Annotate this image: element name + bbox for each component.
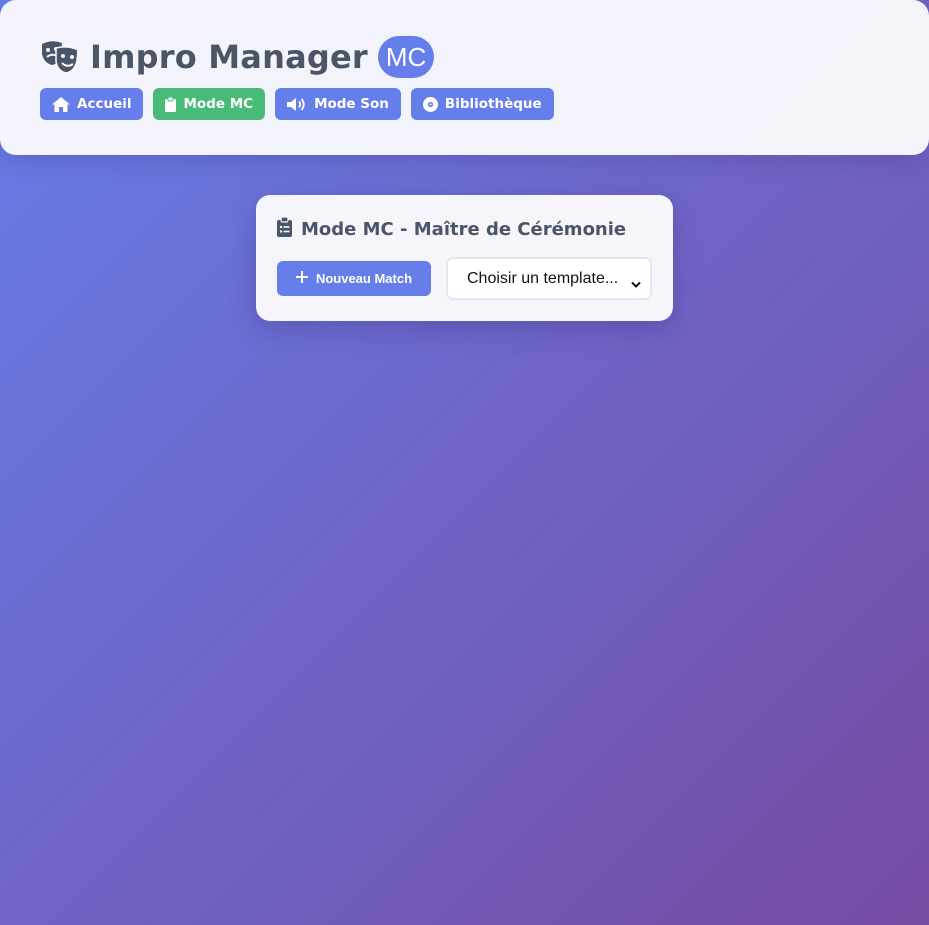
clipboard-icon bbox=[165, 96, 177, 112]
theater-masks-icon bbox=[40, 40, 80, 74]
app-header: Impro Manager MC Accueil Mode MC Mode So… bbox=[0, 0, 929, 155]
main-nav: Accueil Mode MC Mode Son Bibliothèque bbox=[40, 88, 554, 120]
nav-mode-son-label: Mode Son bbox=[314, 96, 389, 112]
chevron-down-icon bbox=[631, 274, 641, 293]
nav-mode-son-button[interactable]: Mode Son bbox=[275, 88, 401, 120]
nav-mode-mc-label: Mode MC bbox=[183, 96, 254, 112]
mode-badge: MC bbox=[377, 36, 435, 78]
template-select[interactable]: Choisir un template... bbox=[446, 257, 652, 300]
nav-bibliotheque-button[interactable]: Bibliothèque bbox=[410, 88, 554, 120]
mc-panel-title: Mode MC - Maître de Cérémonie bbox=[301, 218, 627, 240]
plus-icon bbox=[295, 271, 308, 286]
nav-bibliotheque-label: Bibliothèque bbox=[444, 96, 542, 112]
template-select-value: Choisir un template... bbox=[467, 269, 619, 287]
app-title: Impro Manager bbox=[90, 38, 368, 76]
nav-accueil-button[interactable]: Accueil bbox=[40, 88, 144, 120]
mc-panel: Mode MC - Maître de Cérémonie Nouveau Ma… bbox=[256, 195, 673, 321]
clipboard-list-icon bbox=[277, 216, 292, 241]
disc-icon bbox=[422, 96, 438, 112]
mc-panel-header: Mode MC - Maître de Cérémonie bbox=[277, 216, 627, 241]
home-icon bbox=[52, 96, 70, 112]
nav-mode-mc-button[interactable]: Mode MC bbox=[153, 88, 266, 120]
new-match-button[interactable]: Nouveau Match bbox=[277, 261, 431, 296]
new-match-label: Nouveau Match bbox=[315, 271, 413, 286]
app-title-row: Impro Manager MC bbox=[40, 36, 435, 78]
volume-icon bbox=[287, 97, 307, 112]
nav-accueil-label: Accueil bbox=[77, 96, 132, 112]
